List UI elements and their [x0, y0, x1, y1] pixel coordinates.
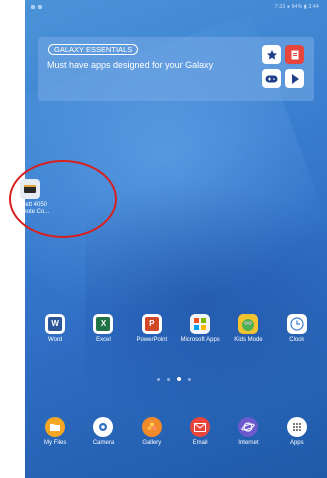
- app-label: Apps: [289, 440, 304, 446]
- app-microsoft-apps[interactable]: Microsoft Apps: [177, 314, 223, 344]
- app-gallery[interactable]: Gallery: [129, 417, 175, 447]
- app-camera[interactable]: Camera: [80, 417, 126, 447]
- app-kids-mode[interactable]: Kids Mode: [225, 314, 271, 344]
- app-label: Kids Mode: [234, 337, 263, 343]
- gamepad-icon: [262, 69, 281, 88]
- galaxy-essentials-tag: GALAXY ESSENTIALS: [48, 44, 139, 55]
- page-dot[interactable]: [188, 377, 191, 381]
- app-my-files[interactable]: My Files: [32, 417, 78, 447]
- galaxy-essentials-widget[interactable]: GALAXY ESSENTIALS Must have apps designe…: [38, 37, 314, 101]
- gallery-icon: [141, 417, 162, 437]
- dock: My Files Camera Gallery Email Internet A…: [25, 405, 327, 478]
- app-label: Clock: [289, 337, 305, 343]
- app-label: Internet: [238, 440, 259, 446]
- excel-icon: X: [93, 314, 114, 334]
- page-dot[interactable]: [167, 377, 170, 381]
- star-icon: [262, 45, 281, 64]
- dock-app-row: My Files Camera Gallery Email Internet A…: [25, 417, 327, 447]
- status-bar: 7:33 ● 84% ▮ 3:44: [25, 0, 327, 14]
- word-icon: W: [45, 314, 66, 334]
- app-internet[interactable]: Internet: [225, 417, 271, 447]
- app-label: Camera: [92, 440, 115, 446]
- email-icon: [190, 417, 211, 437]
- powerpoint-icon: P: [141, 314, 162, 334]
- galaxy-essentials-headline: Must have apps designed for your Galaxy: [47, 60, 214, 70]
- status-indicators: 7:33 ● 84% ▮ 3:44: [274, 4, 319, 10]
- app-label: PowerPoint: [136, 337, 168, 343]
- app-label: Excel: [96, 337, 111, 343]
- app-label: Email: [192, 440, 208, 446]
- app-powerpoint[interactable]: P PowerPoint: [129, 314, 175, 344]
- internet-icon: [238, 417, 259, 437]
- page-indicator: [157, 377, 191, 381]
- page-dot-active[interactable]: [177, 377, 181, 381]
- remote-control-icon: [20, 179, 40, 199]
- app-label: Gallery: [142, 440, 162, 446]
- app-clock[interactable]: Clock: [274, 314, 320, 344]
- notification-icons: [31, 5, 42, 9]
- home-app-row: W Word X Excel P PowerPoint Microsoft Ap…: [25, 314, 327, 344]
- apps-grid-icon: [286, 417, 307, 437]
- app-label: Microsoft Apps: [180, 337, 220, 343]
- camera-icon: [93, 417, 114, 437]
- galaxy-essentials-icons: [262, 45, 304, 89]
- app-word[interactable]: W Word: [32, 314, 78, 344]
- app-label: Word: [48, 337, 63, 343]
- clock-icon: [286, 314, 307, 334]
- kids-mode-icon: [238, 314, 259, 334]
- app-excel[interactable]: X Excel: [80, 314, 126, 344]
- app-label: My Files: [43, 440, 67, 446]
- page-dot[interactable]: [157, 377, 160, 381]
- notification-icon: [31, 5, 35, 9]
- notification-icon: [38, 5, 42, 9]
- microsoft-apps-icon: [190, 314, 211, 334]
- app-email[interactable]: Email: [177, 417, 223, 447]
- barrett-remote-shortcut[interactable]: Barrett 4050 Remote Co...: [8, 179, 52, 216]
- shortcut-label: Barrett 4050 Remote Co...: [14, 202, 50, 215]
- app-apps-drawer[interactable]: Apps: [274, 417, 320, 447]
- play-icon: [285, 69, 304, 88]
- document-icon: [285, 45, 304, 64]
- folder-icon: [45, 417, 66, 437]
